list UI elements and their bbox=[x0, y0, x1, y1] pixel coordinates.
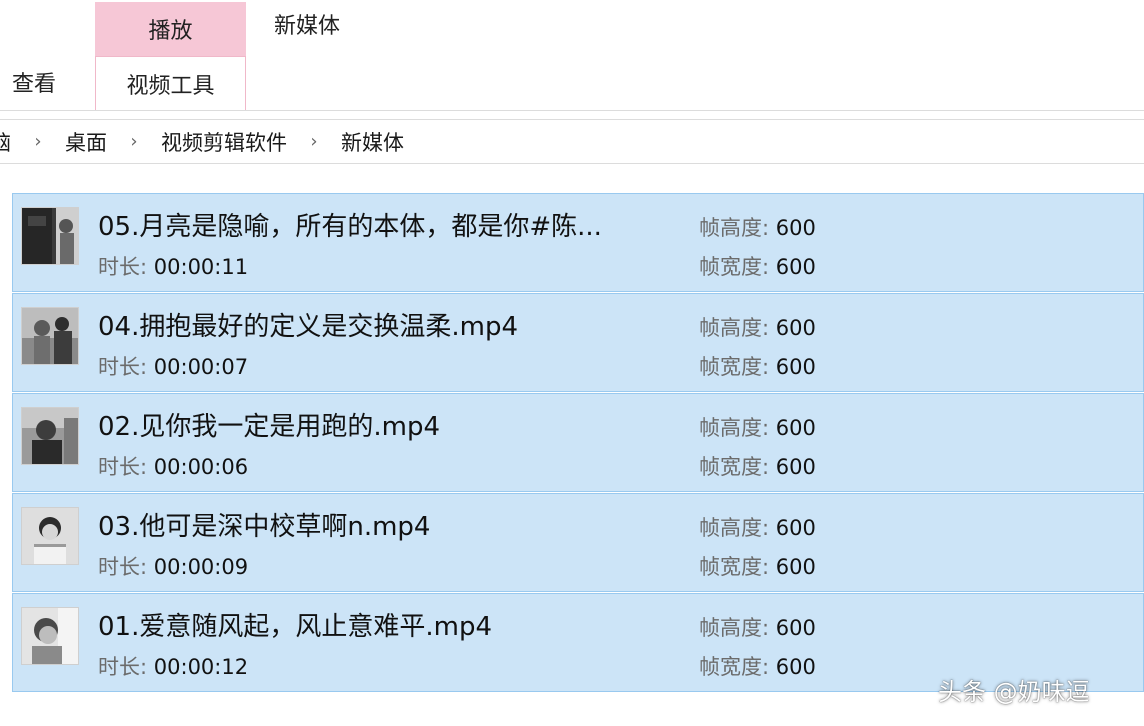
breadcrumb-item-computer[interactable]: 脑 bbox=[0, 127, 11, 157]
frame-height-label: 帧高度: bbox=[699, 516, 776, 540]
file-duration: 时长: 00:00:11 bbox=[98, 251, 248, 281]
frame-width-value: 600 bbox=[775, 455, 816, 479]
duration-value: 00:00:07 bbox=[153, 355, 249, 379]
breadcrumb-item-video-editing-software[interactable]: 视频剪辑软件 bbox=[161, 127, 287, 157]
file-item[interactable]: 03.他可是深中校草啊n.mp4 时长: 00:00:09 帧高度: 600 帧… bbox=[12, 493, 1144, 592]
duration-value: 00:00:09 bbox=[153, 555, 249, 579]
file-list: 05.月亮是隐喻，所有的本体，都是你#陈... 时长: 00:00:11 帧高度… bbox=[12, 193, 1144, 693]
file-name: 03.他可是深中校草啊n.mp4 bbox=[98, 512, 431, 542]
file-frame-width: 帧宽度: 600 bbox=[699, 551, 816, 581]
frame-height-value: 600 bbox=[775, 516, 816, 540]
file-duration: 时长: 00:00:07 bbox=[98, 351, 248, 381]
file-frame-height: 帧高度: 600 bbox=[699, 312, 816, 342]
file-duration: 时长: 00:00:09 bbox=[98, 551, 248, 581]
file-frame-height: 帧高度: 600 bbox=[699, 212, 816, 242]
file-frame-width: 帧宽度: 600 bbox=[699, 451, 816, 481]
tab-video-tools[interactable]: 视频工具 bbox=[95, 56, 246, 110]
chevron-right-icon[interactable]: › bbox=[32, 131, 44, 152]
video-thumbnail bbox=[21, 207, 79, 265]
frame-width-label: 帧宽度: bbox=[699, 255, 776, 279]
frame-height-label: 帧高度: bbox=[699, 216, 776, 240]
frame-height-value: 600 bbox=[775, 616, 816, 640]
ribbon: 播放 新媒体 查看 视频工具 bbox=[0, 0, 1144, 111]
frame-height-label: 帧高度: bbox=[699, 316, 776, 340]
frame-height-value: 600 bbox=[775, 416, 816, 440]
frame-height-value: 600 bbox=[775, 216, 816, 240]
frame-width-value: 600 bbox=[775, 655, 816, 679]
breadcrumb: 脑 › 桌面 › 视频剪辑软件 › 新媒体 bbox=[0, 119, 1144, 164]
file-item[interactable]: 04.拥抱最好的定义是交换温柔.mp4 时长: 00:00:07 帧高度: 60… bbox=[12, 293, 1144, 392]
duration-label: 时长: bbox=[98, 655, 154, 679]
file-frame-width: 帧宽度: 600 bbox=[699, 251, 816, 281]
file-frame-height: 帧高度: 600 bbox=[699, 612, 816, 642]
duration-label: 时长: bbox=[98, 555, 154, 579]
frame-width-value: 600 bbox=[775, 355, 816, 379]
chevron-right-icon[interactable]: › bbox=[308, 131, 320, 152]
file-frame-height: 帧高度: 600 bbox=[699, 412, 816, 442]
file-explorer-window: 播放 新媒体 查看 视频工具 脑 › 桌面 › 视频剪辑软件 › 新媒体 bbox=[0, 0, 1144, 726]
frame-width-label: 帧宽度: bbox=[699, 355, 776, 379]
breadcrumb-item-new-media[interactable]: 新媒体 bbox=[341, 127, 404, 157]
frame-width-value: 600 bbox=[775, 555, 816, 579]
file-item[interactable]: 05.月亮是隐喻，所有的本体，都是你#陈... 时长: 00:00:11 帧高度… bbox=[12, 193, 1144, 292]
duration-value: 00:00:12 bbox=[153, 655, 249, 679]
video-thumbnail bbox=[21, 307, 79, 365]
context-tab-group-header: 播放 bbox=[95, 2, 246, 56]
file-name: 04.拥抱最好的定义是交换温柔.mp4 bbox=[98, 312, 518, 342]
file-frame-height: 帧高度: 600 bbox=[699, 512, 816, 542]
file-name: 01.爱意随风起，风止意难平.mp4 bbox=[98, 612, 492, 642]
frame-height-label: 帧高度: bbox=[699, 416, 776, 440]
file-duration: 时长: 00:00:12 bbox=[98, 651, 248, 681]
chevron-right-icon[interactable]: › bbox=[128, 131, 140, 152]
breadcrumb-item-desktop[interactable]: 桌面 bbox=[65, 127, 107, 157]
frame-width-label: 帧宽度: bbox=[699, 655, 776, 679]
file-duration: 时长: 00:00:06 bbox=[98, 451, 248, 481]
duration-label: 时长: bbox=[98, 255, 154, 279]
duration-value: 00:00:11 bbox=[153, 255, 249, 279]
duration-value: 00:00:06 bbox=[153, 455, 249, 479]
file-item[interactable]: 02.见你我一定是用跑的.mp4 时长: 00:00:06 帧高度: 600 帧… bbox=[12, 393, 1144, 492]
duration-label: 时长: bbox=[98, 455, 154, 479]
duration-label: 时长: bbox=[98, 355, 154, 379]
file-name: 02.见你我一定是用跑的.mp4 bbox=[98, 412, 440, 442]
watermark: 头条 @奶味逗 bbox=[938, 678, 1090, 706]
frame-width-label: 帧宽度: bbox=[699, 455, 776, 479]
file-name: 05.月亮是隐喻，所有的本体，都是你#陈... bbox=[98, 212, 602, 242]
file-frame-width: 帧宽度: 600 bbox=[699, 351, 816, 381]
tab-view[interactable]: 查看 bbox=[0, 56, 95, 108]
window-title: 新媒体 bbox=[274, 14, 341, 39]
frame-width-label: 帧宽度: bbox=[699, 555, 776, 579]
video-thumbnail bbox=[21, 407, 79, 465]
frame-height-label: 帧高度: bbox=[699, 616, 776, 640]
frame-height-value: 600 bbox=[775, 316, 816, 340]
video-thumbnail bbox=[21, 507, 79, 565]
file-frame-width: 帧宽度: 600 bbox=[699, 651, 816, 681]
video-thumbnail bbox=[21, 607, 79, 665]
frame-width-value: 600 bbox=[775, 255, 816, 279]
